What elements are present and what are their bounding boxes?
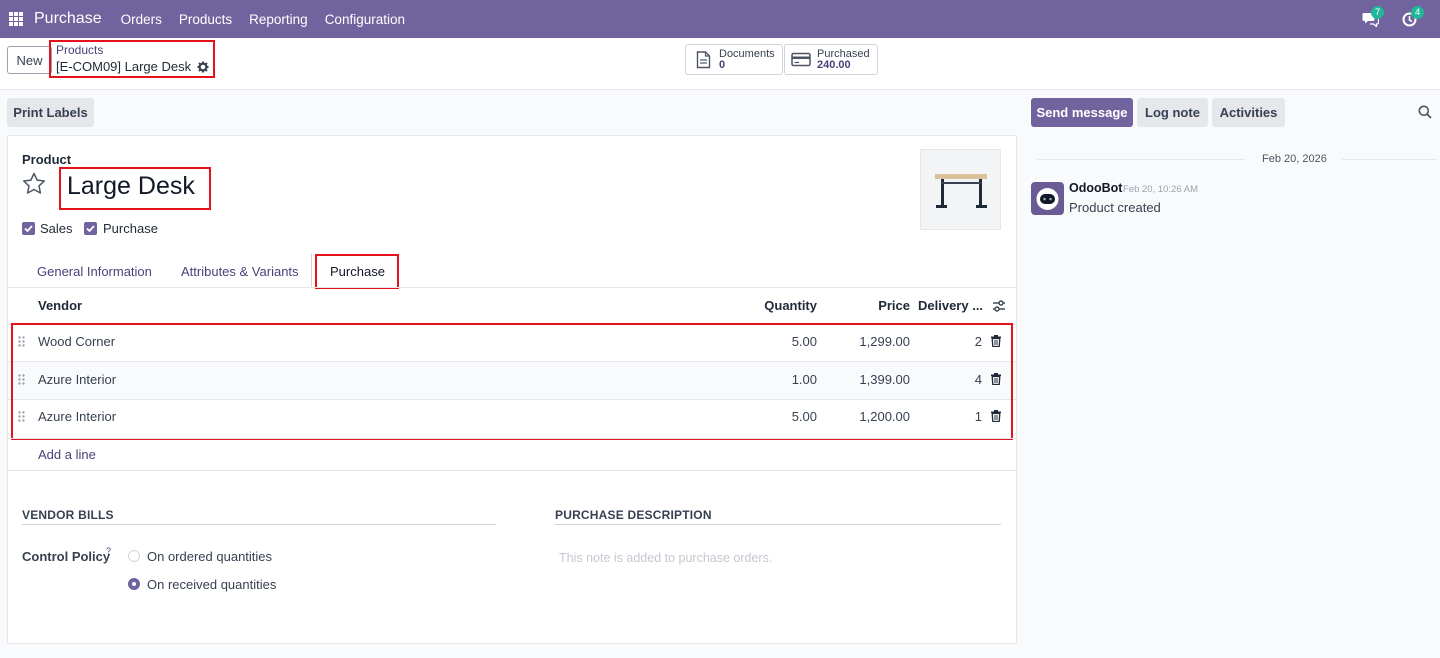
row-divider	[8, 438, 1016, 439]
tab-attributes-variants[interactable]: Attributes & Variants	[181, 264, 299, 279]
activities-button-chatter[interactable]: Activities	[1212, 98, 1285, 127]
product-image[interactable]	[920, 149, 1001, 230]
menu-products[interactable]: Products	[179, 12, 232, 27]
column-delivery[interactable]: Delivery ...	[918, 298, 983, 313]
received-quantities-radio[interactable]	[128, 578, 140, 590]
menu-reporting[interactable]: Reporting	[249, 12, 308, 27]
star-icon[interactable]	[22, 172, 46, 195]
product-label: Product	[22, 152, 72, 167]
control-panel: New Products [E-COM09] Large Desk Docume…	[0, 38, 1440, 90]
messaging-button[interactable]: 7	[1362, 6, 1385, 30]
optional-columns-icon[interactable]	[992, 299, 1006, 313]
date-divider-left	[1037, 159, 1245, 160]
check-icon	[86, 225, 95, 233]
message-author[interactable]: OdooBot	[1069, 181, 1122, 195]
ordered-quantities-radio[interactable]	[128, 550, 140, 562]
date-separator: Feb 20, 2026	[1262, 153, 1327, 165]
purchased-value: 240.00	[817, 58, 851, 71]
activities-button[interactable]: 4	[1402, 6, 1425, 30]
apps-grid-icon[interactable]	[9, 12, 23, 26]
purchase-checkbox[interactable]	[84, 222, 97, 235]
help-tooltip-icon[interactable]: ?	[106, 546, 111, 556]
top-navbar: Purchase Orders Products Reporting Confi…	[0, 0, 1440, 38]
purchased-label: Purchased	[817, 47, 870, 60]
menu-orders[interactable]: Orders	[121, 12, 162, 27]
search-icon[interactable]	[1418, 105, 1432, 119]
date-divider-right	[1342, 159, 1437, 160]
new-button[interactable]: New	[7, 46, 52, 74]
avatar[interactable]	[1031, 182, 1064, 215]
sales-label: Sales	[40, 221, 73, 236]
tabs-divider	[8, 287, 1016, 288]
purchased-smart-button[interactable]: Purchased 240.00	[784, 44, 878, 75]
purchase-description-field[interactable]: This note is added to purchase orders.	[559, 551, 772, 565]
column-price[interactable]: Price	[830, 298, 910, 313]
documents-count: 0	[719, 58, 726, 71]
documents-label: Documents	[719, 47, 775, 60]
product-name-field[interactable]: Large Desk	[67, 172, 195, 201]
check-icon	[24, 225, 33, 233]
column-quantity[interactable]: Quantity	[737, 298, 817, 313]
message-body: Product created	[1069, 200, 1161, 215]
message-time: Feb 20, 10:26 AM	[1123, 184, 1198, 195]
app-name[interactable]: Purchase	[34, 10, 102, 28]
menu-configuration[interactable]: Configuration	[325, 12, 405, 27]
radio-dot	[132, 582, 136, 586]
vendor-bills-divider	[22, 524, 496, 525]
vendor-bills-heading: VENDOR BILLS	[22, 508, 114, 522]
column-vendor[interactable]: Vendor	[38, 298, 82, 313]
log-note-button[interactable]: Log note	[1137, 98, 1208, 127]
ordered-quantities-label[interactable]: On ordered quantities	[147, 549, 272, 564]
tab-purchase[interactable]: Purchase	[330, 264, 385, 279]
file-icon	[696, 50, 711, 68]
send-message-button[interactable]: Send message	[1031, 98, 1133, 127]
tab-general-information[interactable]: General Information	[37, 264, 152, 279]
add-a-line-link[interactable]: Add a line	[38, 447, 96, 462]
purchase-description-heading: PURCHASE DESCRIPTION	[555, 508, 712, 522]
credit-card-icon	[791, 52, 811, 67]
documents-smart-button[interactable]: Documents 0	[685, 44, 783, 75]
purchase-label: Purchase	[103, 221, 158, 236]
vendor-rows-highlight	[11, 323, 1013, 440]
desk-image	[935, 174, 987, 208]
print-labels-button[interactable]: Print Labels	[7, 98, 94, 127]
gear-icon[interactable]	[197, 61, 209, 73]
breadcrumb-products-link[interactable]: Products	[56, 43, 103, 57]
breadcrumb-current: [E-COM09] Large Desk	[56, 59, 209, 74]
breadcrumb-current-label: [E-COM09] Large Desk	[56, 59, 192, 74]
received-quantities-label[interactable]: On received quantities	[147, 577, 276, 592]
sales-checkbox[interactable]	[22, 222, 35, 235]
activities-badge: 4	[1411, 6, 1425, 19]
table-bottom-divider	[8, 470, 1016, 471]
messages-badge: 7	[1371, 6, 1385, 19]
control-policy-label: Control Policy	[22, 549, 111, 564]
purchase-description-divider	[555, 524, 1001, 525]
